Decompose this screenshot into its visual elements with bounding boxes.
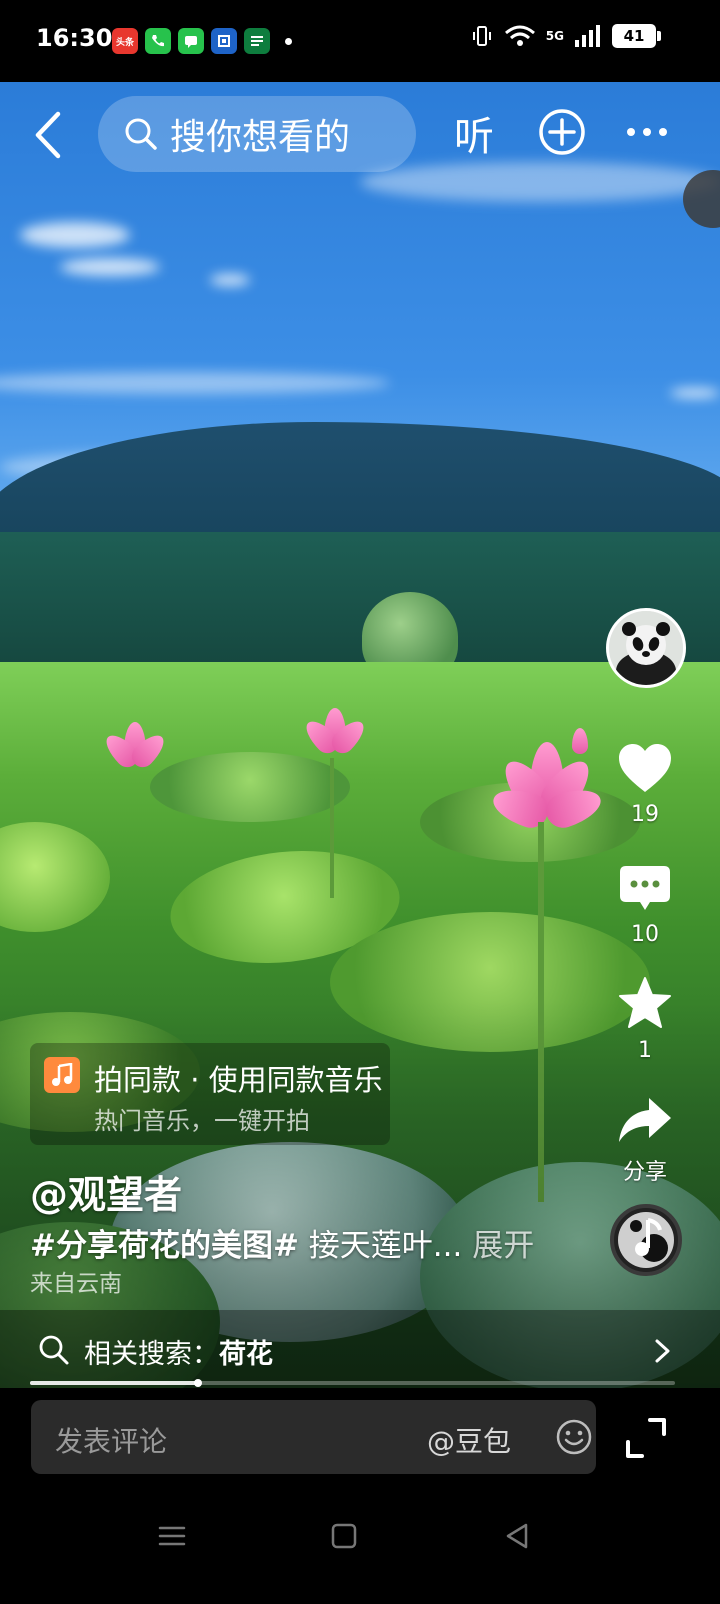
video-progress-fill [30,1381,198,1385]
related-search-text: 相关搜索：荷花 [84,1339,273,1370]
hashtag-link[interactable]: #分享荷花的美图# [30,1228,299,1264]
more-button[interactable] [626,122,668,142]
postal-icon [244,28,270,54]
search-icon [125,118,157,150]
listen-button[interactable]: 听 [454,104,494,162]
comment-button[interactable]: 10 [605,864,685,947]
comment-count: 10 [631,922,659,947]
video-progress-bar[interactable] [30,1379,675,1387]
chevron-right-icon [655,1339,670,1363]
comment-placeholder: 发表评论 [55,1425,168,1458]
share-button[interactable]: 分享 [605,1094,685,1186]
comment-input[interactable]: 发表评论 @豆包 [31,1400,596,1474]
author-name[interactable]: @观望者 [30,1164,182,1219]
location-label: 来自云南 [30,1271,122,1297]
music-card-subtitle: 热门音乐，一键开拍 [94,1107,310,1135]
like-button[interactable]: 19 [605,742,685,827]
status-time: 16:30 [36,24,113,52]
search-icon [39,1335,69,1365]
search-placeholder: 搜你想看的 [170,117,351,158]
plus-circle-icon [539,109,585,155]
signal-icon [575,25,600,47]
back-triangle-icon[interactable] [498,1516,538,1556]
battery-indicator: 41 [612,24,661,48]
author-avatar[interactable] [606,608,686,688]
notification-icons: 头条 [112,28,292,54]
music-note-icon [618,1212,674,1268]
related-search-bar[interactable]: 相关搜索：荷花 [0,1310,720,1388]
network-type: 5G [545,29,564,43]
heart-icon [619,744,671,792]
share-label: 分享 [622,1160,667,1185]
mention-button[interactable]: @豆包 [427,1420,511,1460]
lotus-flower [100,722,170,782]
top-bar: 搜你想看的 听 [0,92,720,176]
emoji-icon[interactable] [555,1418,593,1456]
favorite-button[interactable]: 1 [605,976,685,1063]
messages-icon [178,28,204,54]
more-dots-icon [627,128,667,136]
share-arrow-icon [619,1098,671,1142]
music-disc[interactable] [610,1204,682,1276]
search-input[interactable]: 搜你想看的 [98,96,416,172]
phone-icon [145,28,171,54]
bank-icon [211,28,237,54]
panda-avatar-image [609,611,683,685]
create-button[interactable] [538,108,586,156]
more-notifications-dot [285,37,292,45]
lotus-flower [480,742,620,862]
music-card-title: 拍同款 · 使用同款音乐 [94,1063,383,1097]
favorite-count: 1 [638,1038,652,1063]
caption-text: 接天莲叶... [298,1228,473,1264]
video-progress-handle[interactable] [193,1379,202,1387]
menu-icon[interactable] [152,1516,192,1556]
music-note-icon [44,1057,80,1093]
system-nav-bar [0,1488,720,1604]
status-bar: 16:30 头条 5G 41 [0,0,720,82]
chevron-left-icon [35,111,61,159]
home-square-icon[interactable] [324,1516,364,1556]
status-indicators: 5G 41 [470,24,661,48]
use-music-card[interactable]: 拍同款 · 使用同款音乐 热门音乐，一键开拍 [30,1043,390,1145]
toutiao-icon: 头条 [112,28,138,54]
post-caption: #分享荷花的美图# 接天莲叶... 展开 [30,1220,534,1265]
comment-bar: 发表评论 @豆包 [0,1388,720,1488]
wifi-icon [504,25,535,46]
comment-bubble-icon [620,866,670,910]
like-count: 19 [631,802,659,827]
lotus-flower [300,708,370,764]
fullscreen-icon[interactable] [624,1416,668,1460]
back-button[interactable] [28,110,68,160]
expand-link[interactable]: 展开 [472,1228,534,1264]
star-icon [619,977,671,1028]
vibrate-icon [472,26,491,46]
